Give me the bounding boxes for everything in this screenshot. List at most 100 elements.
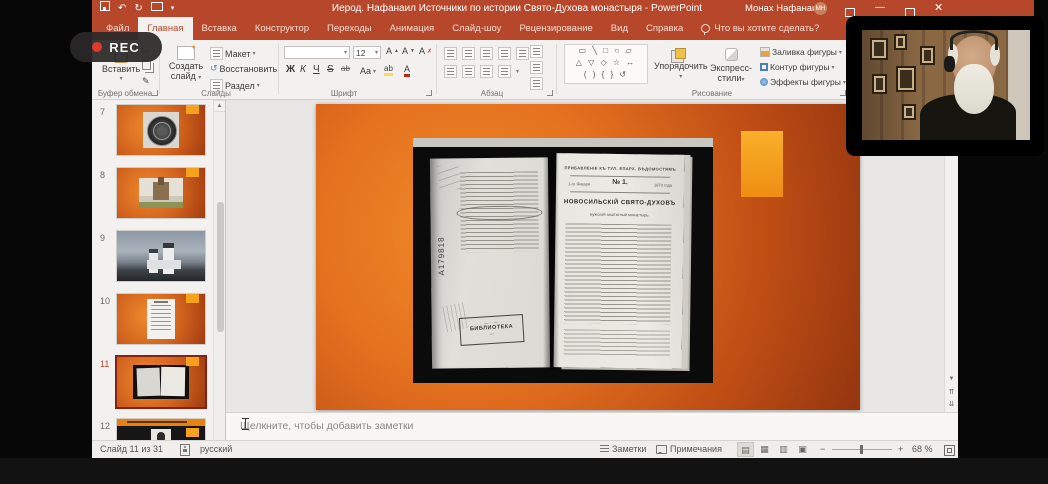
format-painter-icon[interactable]: ✎	[142, 76, 150, 87]
zoom-percentage[interactable]: 68 %	[912, 444, 933, 454]
shapes-row: ( ) { } ↺	[565, 69, 647, 81]
tab-review[interactable]: Рецензирование	[510, 17, 601, 40]
shape-fill-button[interactable]: Заливка фигуры▾	[760, 47, 842, 57]
redo-icon[interactable]: ↻	[134, 0, 142, 17]
increase-indent-icon[interactable]	[498, 47, 511, 60]
slide-thumbnail-10[interactable]	[117, 294, 205, 344]
masthead: ПРИБАВЛЕНІЕ КЪ ТУЛ. ЕПАРХ. ВѢДОМОСТЯМЪ	[556, 165, 684, 172]
slide-canvas[interactable]: А179818 — · — БИБЛИОТЕКА — ПРИБАВЛЕНІЕ К…	[316, 104, 860, 410]
clear-formatting-button[interactable]: А✗	[419, 46, 432, 56]
undo-icon[interactable]: ↶	[118, 0, 126, 17]
quick-styles-icon	[725, 48, 738, 61]
wall-frame	[870, 38, 888, 60]
font-size-select[interactable]: 12▾	[353, 46, 381, 59]
bullets-icon[interactable]	[444, 47, 457, 60]
avatar[interactable]: МН	[814, 2, 827, 15]
tab-view[interactable]: Вид	[602, 17, 637, 40]
tab-animations[interactable]: Анимация	[381, 17, 444, 40]
change-case-button[interactable]: Aa▾	[360, 66, 376, 76]
layout-button[interactable]: Макет▾	[210, 47, 256, 60]
slide-accent-square	[741, 131, 783, 197]
decrease-indent-icon[interactable]	[480, 47, 493, 60]
text-direction-icon[interactable]	[530, 45, 543, 58]
font-color-button[interactable]: А	[404, 64, 410, 77]
zoom-out-button[interactable]: −	[820, 444, 825, 454]
shape-effects-button[interactable]: Эффекты фигуры▾	[760, 77, 846, 87]
shrink-font-button[interactable]: А▼	[402, 46, 415, 56]
notes-toggle[interactable]: Заметки	[600, 444, 646, 454]
slide-thumbnail-8[interactable]	[117, 168, 205, 218]
justify-icon[interactable]	[498, 65, 511, 78]
previous-slide-button[interactable]: ⇈	[945, 387, 958, 399]
slide-thumbnail-7[interactable]	[117, 105, 205, 155]
reset-button[interactable]: ↺Восстановить	[210, 63, 277, 74]
view-slide-sorter-button[interactable]: ▦	[756, 442, 773, 457]
slide-accent-rect	[186, 357, 199, 366]
shapes-gallery[interactable]: ▭ ╲ □ ○ ▱ △ ▽ ◇ ☆ ↔ ( ) { } ↺	[564, 44, 648, 84]
save-icon[interactable]	[100, 0, 110, 17]
slide-thumbnail-9[interactable]	[117, 231, 205, 281]
tab-slideshow[interactable]: Слайд-шоу	[443, 17, 510, 40]
thumb-scroll-up[interactable]: ▲	[213, 100, 226, 112]
tab-design[interactable]: Конструктор	[246, 17, 318, 40]
close-button[interactable]: ✕	[934, 0, 943, 16]
align-left-icon[interactable]	[444, 65, 457, 78]
recording-dot	[92, 42, 102, 52]
underline-button[interactable]: Ч	[313, 64, 320, 75]
slide-accent-rect	[186, 168, 199, 177]
book-scan-image[interactable]: А179818 — · — БИБЛИОТЕКА — ПРИБАВЛЕНІЕ К…	[413, 138, 713, 383]
slide-thumbnail-11-selected[interactable]	[117, 357, 205, 407]
tab-insert[interactable]: Вставка	[193, 17, 246, 40]
start-slideshow-icon[interactable]	[151, 0, 163, 17]
font-dialog-launcher[interactable]	[426, 90, 432, 96]
accessibility-icon[interactable]	[180, 444, 190, 458]
view-normal-button[interactable]: ▤	[737, 442, 754, 457]
shapes-row: △ ▽ ◇ ☆ ↔	[565, 57, 647, 69]
slide-accent-rect	[186, 294, 199, 303]
article-heading: НОВОСИЛЬСКІЙ СВЯТО-ДУХОВЪ	[556, 199, 684, 207]
language-indicator[interactable]: русский	[200, 444, 232, 454]
notes-placeholder[interactable]: Щелкните, чтобы добавить заметки	[240, 420, 413, 432]
align-center-icon[interactable]	[462, 65, 475, 78]
zoom-in-button[interactable]: +	[898, 444, 903, 454]
arrange-button[interactable]: Упорядочить▾	[654, 48, 708, 80]
taskbar: Я W X P Y ☎ 15 ∧	[0, 458, 1048, 484]
paragraph-dialog-launcher[interactable]	[547, 90, 553, 96]
grow-font-button[interactable]: А▲	[386, 46, 399, 56]
line-spacing-icon[interactable]	[516, 47, 529, 60]
handwritten-marks	[436, 163, 462, 192]
next-slide-button[interactable]: ⇊	[945, 399, 958, 411]
font-name-select[interactable]: ▾	[284, 46, 350, 59]
tell-me-box[interactable]: Что вы хотите сделать?	[692, 17, 828, 40]
clipboard-dialog-launcher[interactable]	[152, 90, 158, 96]
thumb-scrollbar-track[interactable]	[213, 112, 226, 440]
thumb-scrollbar-thumb[interactable]	[217, 202, 224, 332]
view-slideshow-button[interactable]: ▣	[794, 442, 811, 457]
strikethrough-button[interactable]: S	[327, 64, 334, 75]
shape-outline-button[interactable]: Контур фигуры▾	[760, 62, 834, 72]
slide-thumbnail-12[interactable]	[117, 419, 205, 440]
minimize-button[interactable]: —	[875, 0, 885, 15]
quick-styles-button[interactable]: Экспресс-стили▾	[710, 48, 752, 83]
new-slide-button[interactable]: ✦ Создать слайд ▾	[166, 46, 206, 81]
fit-to-window-button[interactable]	[944, 445, 955, 456]
scroll-down-button[interactable]: ▼	[945, 374, 958, 386]
zoom-slider-thumb[interactable]	[860, 445, 863, 454]
align-text-icon[interactable]	[530, 61, 543, 74]
italic-button[interactable]: К	[300, 64, 306, 75]
tab-help[interactable]: Справка	[637, 17, 692, 40]
webcam-overlay-window[interactable]	[846, 16, 1044, 156]
body-text-lines	[564, 223, 671, 324]
zoom-slider-track[interactable]	[832, 449, 892, 450]
comments-toggle[interactable]: Примечания	[656, 444, 722, 454]
align-right-icon[interactable]	[480, 65, 493, 78]
text-shadow-button[interactable]: ab	[341, 64, 350, 73]
account-name[interactable]: Монах Нафанаил	[745, 0, 823, 17]
notes-pane[interactable]: Щелкните, чтобы добавить заметки	[226, 412, 958, 440]
qat-customize-icon[interactable]: ▾	[171, 0, 175, 17]
view-reading-button[interactable]: ▥	[775, 442, 792, 457]
numbering-icon[interactable]	[462, 47, 475, 60]
tab-transitions[interactable]: Переходы	[318, 17, 381, 40]
highlight-color-button[interactable]: ab	[384, 64, 393, 76]
bold-button[interactable]: Ж	[286, 64, 295, 75]
